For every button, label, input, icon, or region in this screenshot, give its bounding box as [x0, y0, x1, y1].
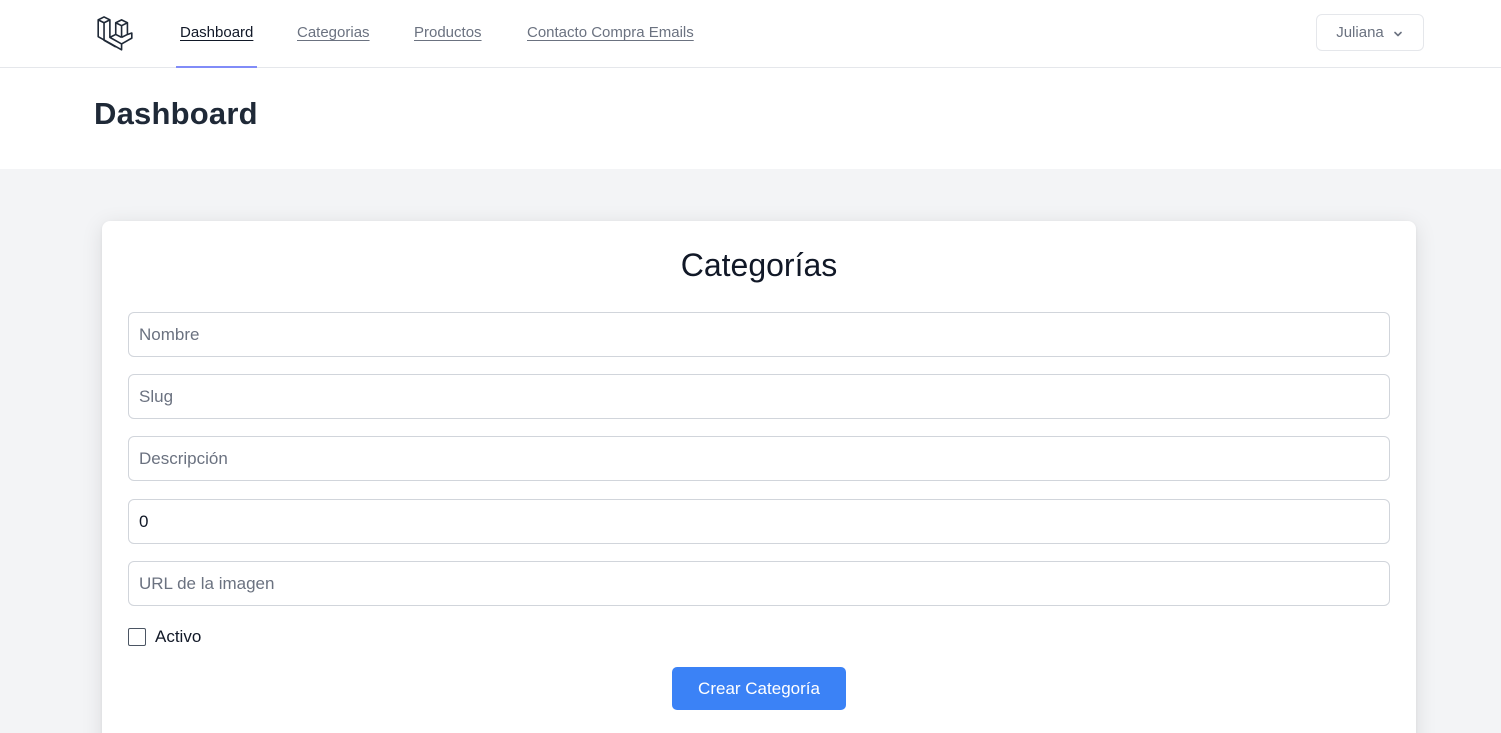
user-name: Juliana [1336, 24, 1384, 41]
nav-link-productos[interactable]: Productos [410, 0, 486, 67]
nav-link-contacto-compra-emails[interactable]: Contacto Compra Emails [523, 0, 698, 67]
slug-input[interactable] [128, 374, 1390, 419]
chevron-down-icon [1392, 27, 1404, 39]
nav-link-categorias[interactable]: Categorias [293, 0, 374, 67]
category-form-card: Categorías Activo Crear Categoría [102, 221, 1416, 733]
orden-input[interactable] [128, 499, 1390, 544]
nombre-input[interactable] [128, 312, 1390, 357]
descripcion-input[interactable] [128, 436, 1390, 481]
activo-checkbox-row[interactable]: Activo [128, 627, 201, 647]
imagen-url-input[interactable] [128, 561, 1390, 606]
form-title: Categorías [680, 247, 838, 283]
top-navigation: Dashboard Categorias Productos Contacto … [0, 0, 1501, 68]
crear-categoria-button[interactable]: Crear Categoría [672, 667, 846, 710]
activo-label: Activo [155, 627, 202, 646]
user-menu-button[interactable]: Juliana [1316, 14, 1424, 51]
laravel-logo-icon[interactable] [96, 14, 134, 52]
page-title: Dashboard [94, 96, 258, 131]
page-header: Dashboard [0, 68, 1501, 169]
activo-checkbox[interactable] [128, 628, 146, 646]
nav-link-dashboard[interactable]: Dashboard [176, 0, 258, 68]
